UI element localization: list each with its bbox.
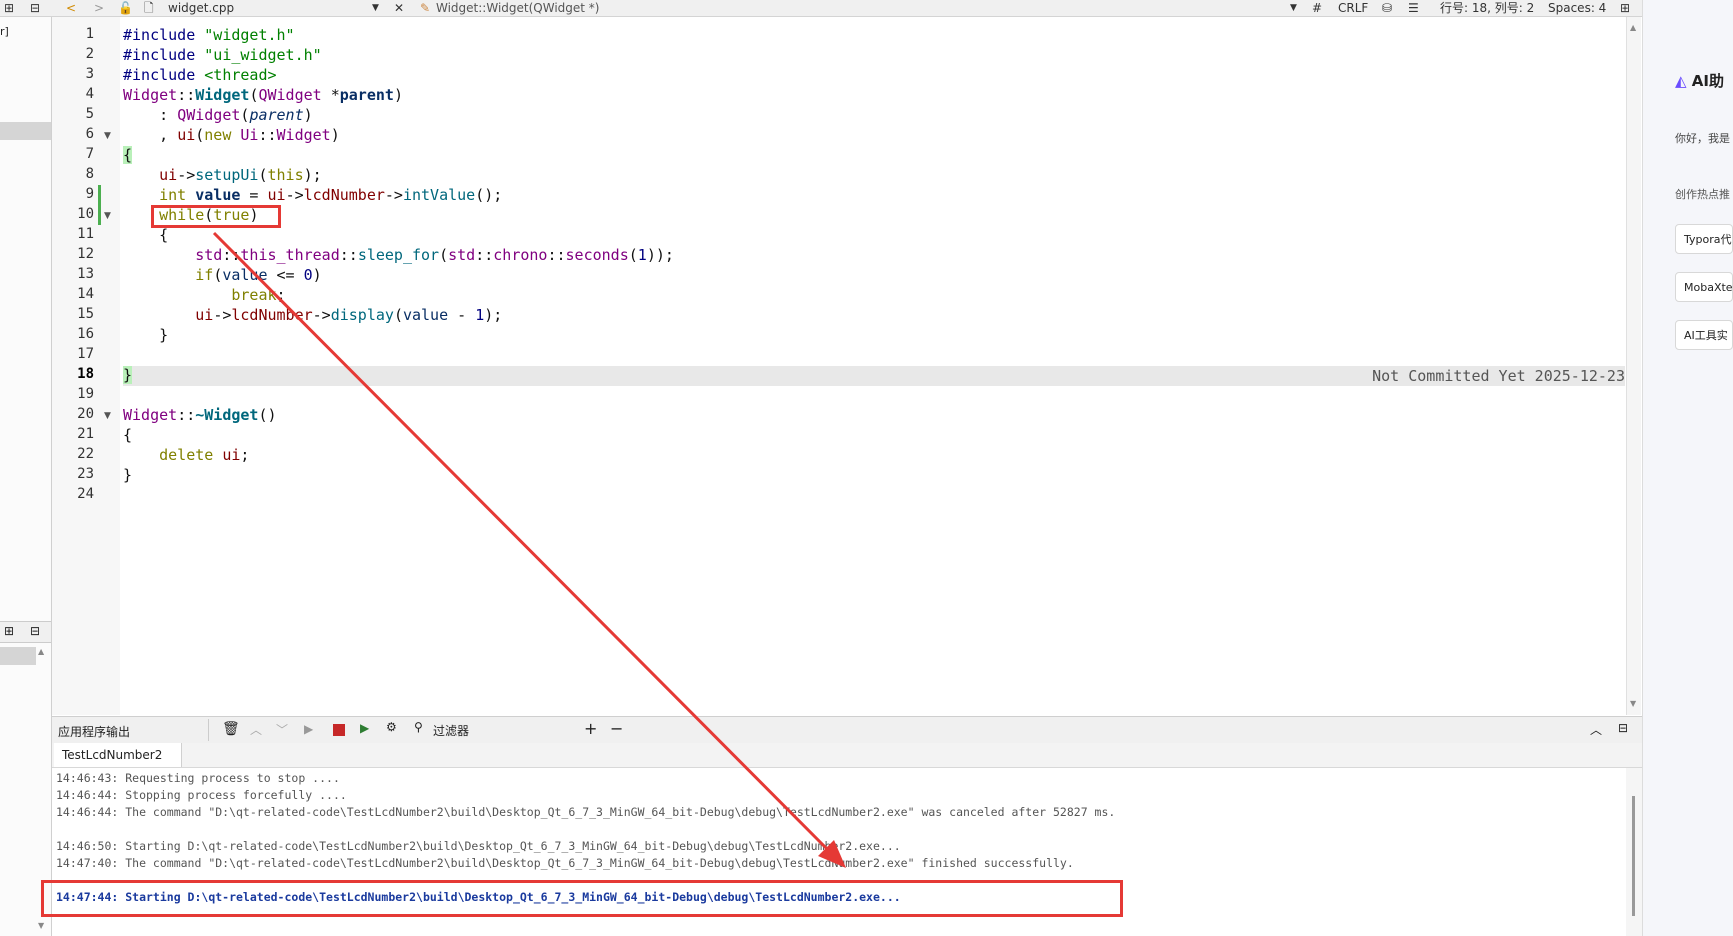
annotation-arrow: [212, 231, 846, 868]
arrow-line: [212, 231, 840, 862]
